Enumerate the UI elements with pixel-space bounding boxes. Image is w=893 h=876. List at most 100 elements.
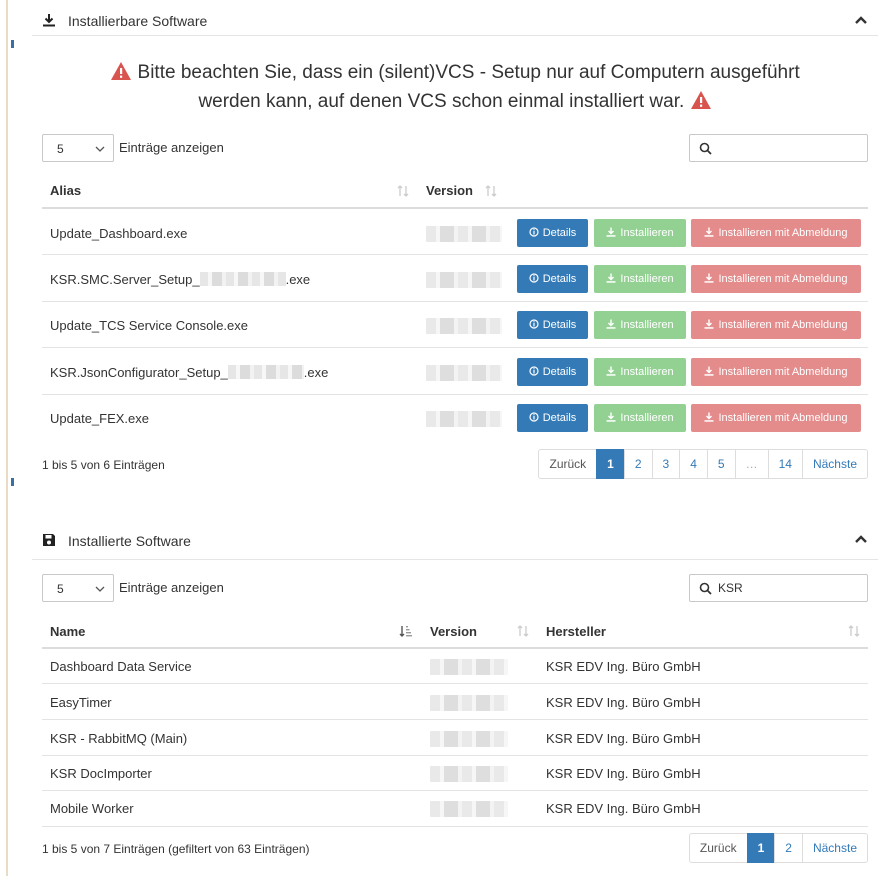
column-header-version[interactable]: Version	[430, 624, 477, 639]
info-circle-icon	[529, 319, 539, 329]
version-cell-redacted	[426, 226, 502, 242]
left-marker	[11, 40, 14, 48]
sort-icon[interactable]	[396, 184, 410, 198]
download-icon	[606, 366, 616, 376]
row-divider	[42, 683, 868, 684]
download-icon	[704, 412, 714, 422]
chevron-down-icon	[95, 586, 105, 592]
search-input[interactable]: KSR	[689, 574, 868, 602]
entries-length-select[interactable]: 5	[42, 574, 114, 602]
info-circle-icon	[529, 412, 539, 422]
pagination-page-1[interactable]: 1	[746, 833, 776, 863]
info-circle-icon	[529, 227, 539, 237]
length-label: Einträge anzeigen	[119, 140, 224, 155]
pagination-page-1[interactable]: 1	[596, 449, 625, 479]
table-info: 1 bis 5 von 7 Einträgen (gefiltert von 6…	[42, 842, 310, 856]
install-button[interactable]: Installieren	[594, 404, 686, 432]
details-button[interactable]: Details	[517, 311, 588, 339]
row-divider	[42, 347, 868, 348]
download-icon	[704, 273, 714, 283]
version-cell-redacted	[430, 766, 508, 782]
column-header-name[interactable]: Name	[50, 624, 85, 639]
panel-header: Installierbare Software	[32, 4, 878, 36]
sort-icon[interactable]	[847, 624, 861, 638]
warning-triangle-icon	[111, 62, 132, 80]
details-button[interactable]: Details	[517, 265, 588, 293]
name-cell: EasyTimer	[50, 695, 112, 710]
alias-cell: KSR.JsonConfigurator_Setup_ .exe	[50, 365, 329, 380]
install-button[interactable]: Installieren	[594, 219, 686, 247]
panel-header: Installierte Software	[32, 524, 878, 560]
sort-icon[interactable]	[516, 624, 530, 638]
install-with-logout-button[interactable]: Installieren mit Abmeldung	[691, 311, 861, 339]
warning-message: Bitte beachten Sie, dass ein (silent)VCS…	[32, 58, 878, 116]
chevron-up-icon[interactable]	[854, 13, 868, 27]
row-divider	[42, 394, 868, 395]
left-marker	[11, 478, 14, 486]
details-button[interactable]: Details	[517, 219, 588, 247]
chevron-up-icon[interactable]	[854, 532, 868, 546]
row-divider	[42, 719, 868, 720]
name-cell: Dashboard Data Service	[50, 659, 192, 674]
info-circle-icon	[529, 366, 539, 376]
install-with-logout-button[interactable]: Installieren mit Abmeldung	[691, 219, 861, 247]
version-cell-redacted	[426, 365, 502, 381]
alias-cell: Update_Dashboard.exe	[50, 226, 188, 241]
pagination-page-2[interactable]: 2	[774, 833, 803, 863]
row-divider	[42, 755, 868, 756]
install-button[interactable]: Installieren	[594, 358, 686, 386]
alias-cell: Update_FEX.exe	[50, 411, 150, 426]
download-icon	[704, 319, 714, 329]
table-info: 1 bis 5 von 6 Einträgen	[42, 458, 165, 472]
download-icon	[606, 319, 616, 329]
sort-icon[interactable]	[484, 184, 498, 198]
installable-software-panel: Installierbare Software Bitte beachten S…	[32, 4, 878, 494]
search-icon	[699, 142, 712, 155]
install-button[interactable]: Installieren	[594, 265, 686, 293]
pagination-page-5[interactable]: 5	[706, 449, 736, 479]
row-divider	[42, 790, 868, 791]
sort-ascending-icon[interactable]	[398, 624, 412, 638]
pagination-page-4[interactable]: 4	[679, 449, 708, 479]
search-input[interactable]	[689, 134, 868, 162]
installed-software-panel: Installierte Software 5 Einträge anzeige…	[32, 524, 878, 872]
name-cell: Mobile Worker	[50, 801, 134, 816]
warning-line-2: werden kann, auf denen VCS schon einmal …	[198, 91, 685, 112]
pagination-previous[interactable]: Zurück	[688, 833, 748, 863]
version-cell-redacted	[426, 411, 502, 427]
install-with-logout-button[interactable]: Installieren mit Abmeldung	[691, 404, 861, 432]
pagination-previous[interactable]: Zurück	[538, 449, 598, 479]
entries-length-select[interactable]: 5	[42, 134, 114, 162]
pagination-page-2[interactable]: 2	[623, 449, 653, 479]
length-value: 5	[57, 582, 64, 596]
pagination-page-3[interactable]: 3	[651, 449, 681, 479]
redacted-text	[227, 365, 304, 379]
alias-cell: Update_TCS Service Console.exe	[50, 318, 248, 333]
name-cell: KSR DocImporter	[50, 766, 152, 781]
length-value: 5	[57, 142, 64, 156]
install-with-logout-button[interactable]: Installieren mit Abmeldung	[691, 265, 861, 293]
alias-cell: KSR.SMC.Server_Setup_ .exe	[50, 272, 311, 287]
length-label: Einträge anzeigen	[119, 580, 224, 595]
warning-triangle-icon	[690, 91, 711, 109]
pagination-page-14[interactable]: 14	[767, 449, 803, 479]
install-button[interactable]: Installieren	[594, 311, 686, 339]
version-cell-redacted	[430, 695, 508, 711]
row-divider	[42, 826, 868, 827]
details-button[interactable]: Details	[517, 358, 588, 386]
download-icon	[43, 14, 55, 27]
pagination-next[interactable]: Nächste	[801, 833, 868, 863]
download-icon	[606, 412, 616, 422]
install-with-logout-button[interactable]: Installieren mit Abmeldung	[691, 358, 861, 386]
pagination: Zurück 1 2 Nächste	[688, 833, 868, 863]
chevron-down-icon	[95, 146, 105, 152]
details-button[interactable]: Details	[517, 404, 588, 432]
pagination-next[interactable]: Nächste	[801, 449, 868, 479]
download-icon	[704, 366, 714, 376]
download-icon	[704, 227, 714, 237]
column-header-vendor[interactable]: Hersteller	[546, 624, 606, 639]
table-header-divider	[42, 647, 868, 649]
column-header-version[interactable]: Version	[426, 183, 473, 198]
left-border	[6, 0, 8, 876]
column-header-alias[interactable]: Alias	[50, 183, 81, 198]
